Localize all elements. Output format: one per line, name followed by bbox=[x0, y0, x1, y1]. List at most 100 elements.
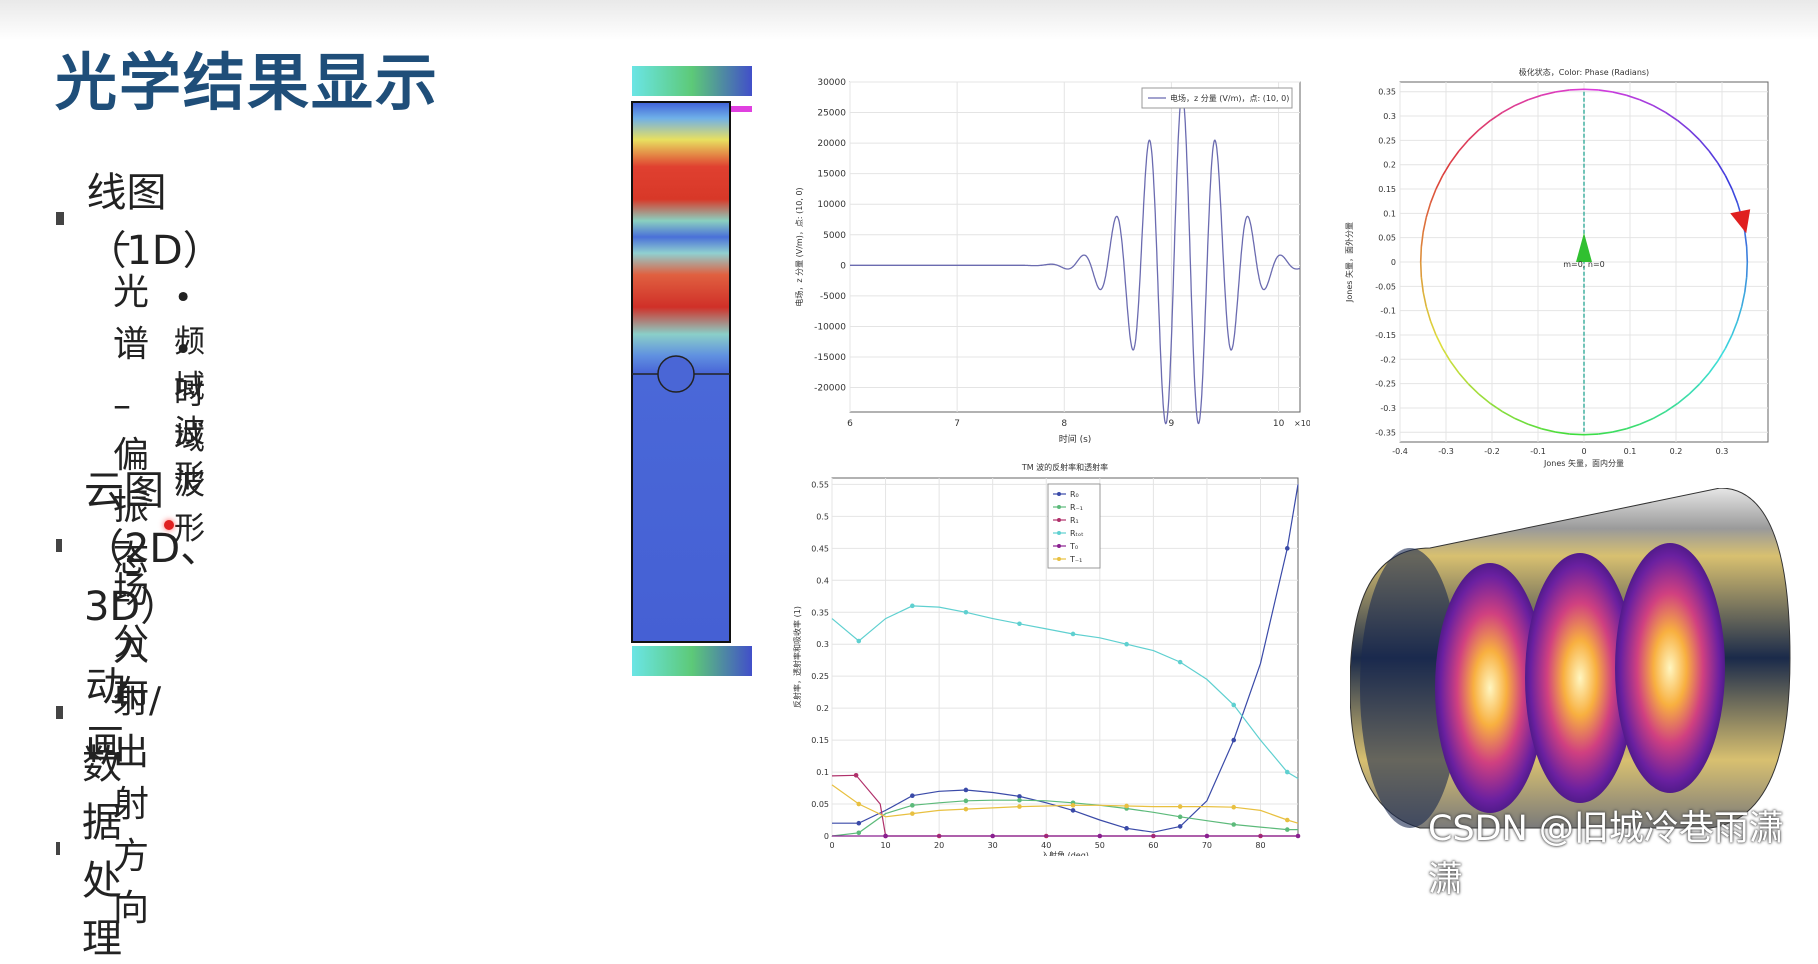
y-tick-label: 0 bbox=[840, 261, 846, 271]
field-ring-3 bbox=[1615, 543, 1725, 793]
x-tick-label: -0.3 bbox=[1438, 447, 1454, 456]
x-tick-label: 10 bbox=[1273, 419, 1285, 429]
series-point bbox=[1231, 737, 1237, 743]
x-axis-label: 入射角 (deg) bbox=[1041, 850, 1089, 856]
series-point bbox=[1177, 814, 1183, 820]
y-tick-label: -0.2 bbox=[1380, 355, 1396, 364]
y-tick-label: 5000 bbox=[823, 231, 846, 241]
series-point bbox=[1284, 817, 1290, 823]
series-point bbox=[1284, 827, 1290, 832]
x-tick-label: 40 bbox=[1041, 841, 1051, 850]
y-tick-label: 0.15 bbox=[1378, 185, 1396, 194]
legend-label: R₋₁ bbox=[1070, 503, 1083, 512]
series-point bbox=[963, 787, 969, 793]
y-tick-label: 10000 bbox=[817, 200, 846, 210]
polarization-arc-segment bbox=[1569, 88, 1585, 91]
polarization-arc-segment bbox=[1583, 433, 1599, 436]
bullet-text: 光谱 bbox=[113, 272, 150, 365]
series-point bbox=[910, 603, 915, 609]
x-tick-label: -0.2 bbox=[1484, 447, 1500, 456]
slide-title: 光学结果显示 bbox=[55, 46, 440, 119]
series-point bbox=[883, 833, 888, 839]
series-point bbox=[1070, 803, 1076, 808]
series-point bbox=[1231, 804, 1237, 810]
series-point bbox=[856, 638, 862, 644]
series-point bbox=[1017, 621, 1022, 627]
legend-label: R₁ bbox=[1070, 516, 1079, 525]
dot-bullet-icon: • bbox=[174, 332, 193, 368]
series-point bbox=[1097, 833, 1103, 839]
square-bullet-icon bbox=[56, 211, 65, 225]
x-tick-label: 9 bbox=[1169, 419, 1175, 429]
series-point bbox=[856, 820, 862, 826]
series-point bbox=[910, 803, 915, 808]
x-tick-label: 8 bbox=[1061, 419, 1067, 429]
laser-pointer-dot bbox=[164, 520, 174, 530]
x-tick-label: 80 bbox=[1255, 841, 1265, 850]
dash-bullet-icon: – bbox=[113, 578, 131, 619]
series-point bbox=[1284, 546, 1290, 551]
y-axis-label: 电场，z 分量 (V/m)，点: (10, 0) bbox=[794, 187, 804, 306]
polarization-chart: 极化状态，Color: Phase (Radians) -0.4 -0.3 -0.2 -… bbox=[1344, 67, 1769, 468]
legend-marker bbox=[1057, 544, 1061, 548]
bullet-spectrum: – 光谱 bbox=[113, 222, 161, 367]
chart-title: 极化状态，Color: Phase (Radians) bbox=[1519, 67, 1649, 77]
series-point bbox=[1295, 833, 1301, 839]
y-tick-label: -0.3 bbox=[1380, 404, 1396, 413]
x-tick-label: -0.4 bbox=[1392, 447, 1408, 456]
y-tick-label: 0.35 bbox=[811, 608, 829, 617]
dash-bullet-icon: – bbox=[113, 222, 131, 263]
x-tick-label: 60 bbox=[1148, 841, 1158, 850]
y-tick-label: -0.35 bbox=[1375, 428, 1396, 437]
series-point bbox=[1177, 804, 1183, 809]
y-axis-label: Jones 矢量，面外分量 bbox=[1344, 222, 1354, 303]
legend-label: 电场，z 分量 (V/m)，点: (10, 0) bbox=[1170, 93, 1289, 103]
y-tick-label: 0.55 bbox=[811, 480, 829, 489]
y-tick-label: -10000 bbox=[814, 322, 846, 332]
chart-title: TM 波的反射率和透射率 bbox=[1021, 462, 1108, 472]
series-point bbox=[1124, 803, 1129, 809]
y-tick-label: 0.3 bbox=[816, 640, 829, 649]
series-point bbox=[910, 811, 915, 816]
y-tick-label: 0.1 bbox=[816, 768, 829, 777]
y-tick-label: 0.3 bbox=[1383, 112, 1396, 121]
legend-marker bbox=[1057, 492, 1061, 496]
y-tick-label: 0.05 bbox=[811, 800, 829, 809]
dash-bullet-icon: – bbox=[113, 520, 131, 561]
polarization-arc-segment bbox=[1745, 261, 1749, 278]
polarization-arc-segment bbox=[1419, 246, 1423, 263]
x-tick-label: 0 bbox=[829, 841, 834, 850]
tm-reflection-chart: TM 波的反射率和透射率 0 10 20 30 40 50 60 70 80 0.55 0.5 0.45… bbox=[792, 462, 1301, 856]
y-tick-label: -0.25 bbox=[1375, 380, 1396, 389]
bullet-data-processing: 数据处理 bbox=[56, 732, 131, 964]
y-tick-label: 20000 bbox=[817, 139, 846, 149]
outgoing-arrows bbox=[632, 646, 752, 676]
incident-arrows bbox=[632, 66, 752, 96]
square-bullet-icon bbox=[56, 841, 60, 855]
y-tick-label: 0.05 bbox=[1378, 234, 1396, 243]
dash-bullet-icon: – bbox=[113, 385, 131, 426]
y-tick-label: 0.2 bbox=[816, 704, 829, 713]
series-point bbox=[1231, 822, 1237, 827]
series-point bbox=[1204, 833, 1210, 839]
x-tick-label: 20 bbox=[934, 841, 944, 850]
series-point bbox=[1017, 804, 1022, 809]
series-point bbox=[963, 609, 969, 615]
x-tick-label: -0.1 bbox=[1530, 447, 1546, 456]
series-point bbox=[1177, 659, 1183, 665]
legend-marker bbox=[1057, 531, 1061, 535]
legend-marker bbox=[1057, 518, 1061, 522]
x-tick-label: 70 bbox=[1202, 841, 1212, 850]
y-tick-label: -15000 bbox=[814, 353, 846, 363]
y-axis-label: 反射率，透射率和吸收率 (1) bbox=[792, 606, 802, 708]
x-tick-label: 0.2 bbox=[1670, 447, 1683, 456]
series-point bbox=[1124, 641, 1129, 647]
y-tick-label: 0.2 bbox=[1383, 161, 1396, 170]
series-point bbox=[1017, 797, 1022, 803]
series-point bbox=[853, 772, 859, 778]
series-point bbox=[963, 798, 969, 804]
x-tick-label: 6 bbox=[847, 419, 853, 429]
y-tick-label: -0.05 bbox=[1375, 282, 1396, 291]
polarization-arc-segment bbox=[1745, 246, 1749, 263]
y-tick-label: 0.4 bbox=[816, 576, 829, 585]
